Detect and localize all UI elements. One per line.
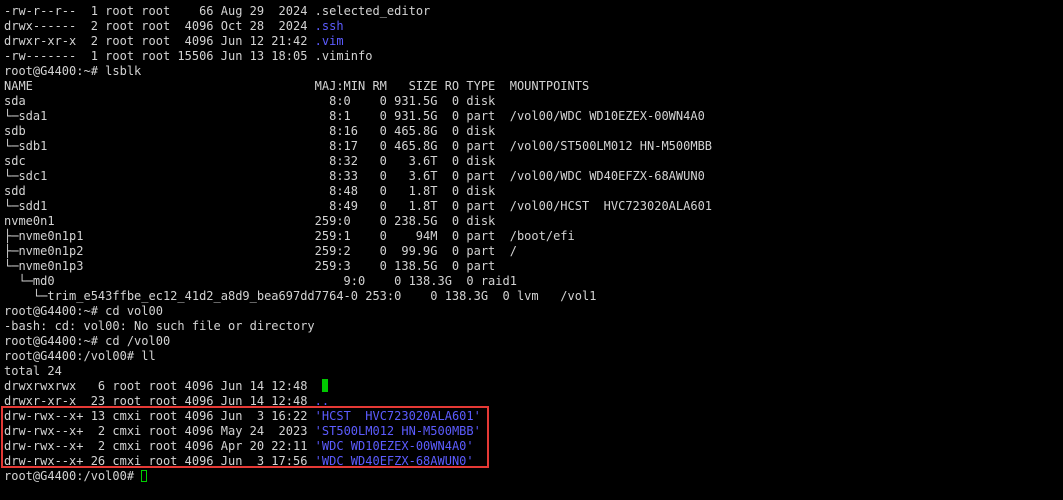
filename: 'ST500LM012 HN-M500MBB'	[314, 424, 481, 438]
line-text: └─trim_e543ffbe_ec12_41d2_a8d9_bea697dd7…	[4, 289, 597, 303]
line-text: NAME MAJ:MIN RM SIZE RO TYPE MOUNTPOINTS	[4, 79, 590, 93]
terminal-line: root@G4400:~# cd /vol00	[4, 334, 1063, 349]
line-text: nvme0n1 259:0 0 238.5G 0 disk	[4, 214, 496, 228]
terminal-line: sdb 8:16 0 465.8G 0 disk	[4, 124, 1063, 139]
line-text: root@G4400:/vol00# ll	[4, 349, 156, 363]
line-text: -rw-r--r-- 1 root root 66 Aug 29 2024	[4, 4, 315, 18]
line-text: drw-rwx--x+ 13 cmxi root 4096 Jun 3 16:2…	[4, 409, 315, 423]
line-text: └─md0 9:0 0 138.3G 0 raid1	[4, 274, 517, 288]
line-text: -bash: cd: vol00: No such file or direct…	[4, 319, 315, 333]
terminal-line: root@G4400:/vol00#	[4, 469, 1063, 484]
line-text: drwxrwxrwx 6 root root 4096 Jun 14 12:48	[4, 379, 322, 393]
filename: .ssh	[314, 19, 344, 33]
line-text: drw-rwx--x+ 2 cmxi root 4096 Apr 20 22:1…	[4, 439, 315, 453]
line-text: drwxr-xr-x 2 root root 4096 Jun 12 21:42	[4, 34, 315, 48]
line-text: drwx------ 2 root root 4096 Oct 28 2024	[4, 19, 315, 33]
line-text: drw-rwx--x+ 2 cmxi root 4096 May 24 2023	[4, 424, 315, 438]
terminal-line: sda 8:0 0 931.5G 0 disk	[4, 94, 1063, 109]
line-text: drw-rwx--x+ 26 cmxi root 4096 Jun 3 17:5…	[4, 454, 315, 468]
terminal-line: └─sda1 8:1 0 931.5G 0 part /vol00/WDC WD…	[4, 109, 1063, 124]
terminal-line: drwx------ 2 root root 4096 Oct 28 2024 …	[4, 19, 1063, 34]
line-text: ├─nvme0n1p1 259:1 0 94M 0 part /boot/efi	[4, 229, 575, 243]
terminal-line: ├─nvme0n1p2 259:2 0 99.9G 0 part /	[4, 244, 1063, 259]
line-text: └─sdb1 8:17 0 465.8G 0 part /vol00/ST500…	[4, 139, 713, 153]
dot-directory-block	[321, 379, 328, 392]
filename: .viminfo	[314, 49, 373, 63]
filename: 'HCST HVC723020ALA601'	[314, 409, 481, 423]
line-text: sdb 8:16 0 465.8G 0 disk	[4, 124, 496, 138]
line-text: └─sda1 8:1 0 931.5G 0 part /vol00/WDC WD…	[4, 109, 705, 123]
terminal-line: └─sdc1 8:33 0 3.6T 0 part /vol00/WDC WD4…	[4, 169, 1063, 184]
filename: ..	[314, 394, 330, 408]
terminal-line: nvme0n1 259:0 0 238.5G 0 disk	[4, 214, 1063, 229]
terminal-line: root@G4400:/vol00# ll	[4, 349, 1063, 364]
terminal-line: └─sdd1 8:49 0 1.8T 0 part /vol00/HCST HV…	[4, 199, 1063, 214]
filename: 'WDC WD40EFZX-68AWUN0'	[314, 454, 474, 468]
line-text: root@G4400:~# lsblk	[4, 64, 142, 78]
terminal-line: drw-rwx--x+ 2 cmxi root 4096 Apr 20 22:1…	[4, 439, 1063, 454]
terminal-line: root@G4400:~# cd vol00	[4, 304, 1063, 319]
line-text: -rw------- 1 root root 15506 Jun 13 18:0…	[4, 49, 315, 63]
terminal-line: └─trim_e543ffbe_ec12_41d2_a8d9_bea697dd7…	[4, 289, 1063, 304]
filename: .selected_editor	[314, 4, 431, 18]
terminal-line: sdc 8:32 0 3.6T 0 disk	[4, 154, 1063, 169]
terminal-line: └─nvme0n1p3 259:3 0 138.5G 0 part	[4, 259, 1063, 274]
line-text: └─sdd1 8:49 0 1.8T 0 part /vol00/HCST HV…	[4, 199, 713, 213]
terminal-line: -rw------- 1 root root 15506 Jun 13 18:0…	[4, 49, 1063, 64]
terminal-line: -rw-r--r-- 1 root root 66 Aug 29 2024 .s…	[4, 4, 1063, 19]
terminal-line: drwxr-xr-x 23 root root 4096 Jun 14 12:4…	[4, 394, 1063, 409]
terminal-cursor[interactable]	[141, 470, 148, 482]
terminal-line: └─sdb1 8:17 0 465.8G 0 part /vol00/ST500…	[4, 139, 1063, 154]
line-text: root@G4400:~# cd vol00	[4, 304, 163, 318]
line-text: sda 8:0 0 931.5G 0 disk	[4, 94, 496, 108]
filename: 'WDC WD10EZEX-00WN4A0'	[314, 439, 474, 453]
terminal-line: drwxr-xr-x 2 root root 4096 Jun 12 21:42…	[4, 34, 1063, 49]
terminal-line: drw-rwx--x+ 13 cmxi root 4096 Jun 3 16:2…	[4, 409, 1063, 424]
terminal-line: NAME MAJ:MIN RM SIZE RO TYPE MOUNTPOINTS	[4, 79, 1063, 94]
terminal-line: drwxrwxrwx 6 root root 4096 Jun 14 12:48	[4, 379, 1063, 394]
line-text: drwxr-xr-x 23 root root 4096 Jun 14 12:4…	[4, 394, 315, 408]
line-text: └─sdc1 8:33 0 3.6T 0 part /vol00/WDC WD4…	[4, 169, 705, 183]
line-text: total 24	[4, 364, 62, 378]
line-text: └─nvme0n1p3 259:3 0 138.5G 0 part	[4, 259, 496, 273]
terminal-line: root@G4400:~# lsblk	[4, 64, 1063, 79]
terminal-line: total 24	[4, 364, 1063, 379]
terminal-output: -rw-r--r-- 1 root root 66 Aug 29 2024 .s…	[4, 4, 1063, 484]
line-text: sdc 8:32 0 3.6T 0 disk	[4, 154, 496, 168]
terminal-line: -bash: cd: vol00: No such file or direct…	[4, 319, 1063, 334]
line-text: root@G4400:/vol00#	[4, 469, 142, 483]
terminal-line: sdd 8:48 0 1.8T 0 disk	[4, 184, 1063, 199]
terminal-line: └─md0 9:0 0 138.3G 0 raid1	[4, 274, 1063, 289]
line-text: ├─nvme0n1p2 259:2 0 99.9G 0 part /	[4, 244, 517, 258]
line-text: sdd 8:48 0 1.8T 0 disk	[4, 184, 496, 198]
terminal-line: drw-rwx--x+ 26 cmxi root 4096 Jun 3 17:5…	[4, 454, 1063, 469]
terminal-line: drw-rwx--x+ 2 cmxi root 4096 May 24 2023…	[4, 424, 1063, 439]
line-text: root@G4400:~# cd /vol00	[4, 334, 171, 348]
terminal-line: ├─nvme0n1p1 259:1 0 94M 0 part /boot/efi	[4, 229, 1063, 244]
filename: .vim	[314, 34, 344, 48]
terminal-window[interactable]: -rw-r--r-- 1 root root 66 Aug 29 2024 .s…	[0, 0, 1063, 500]
